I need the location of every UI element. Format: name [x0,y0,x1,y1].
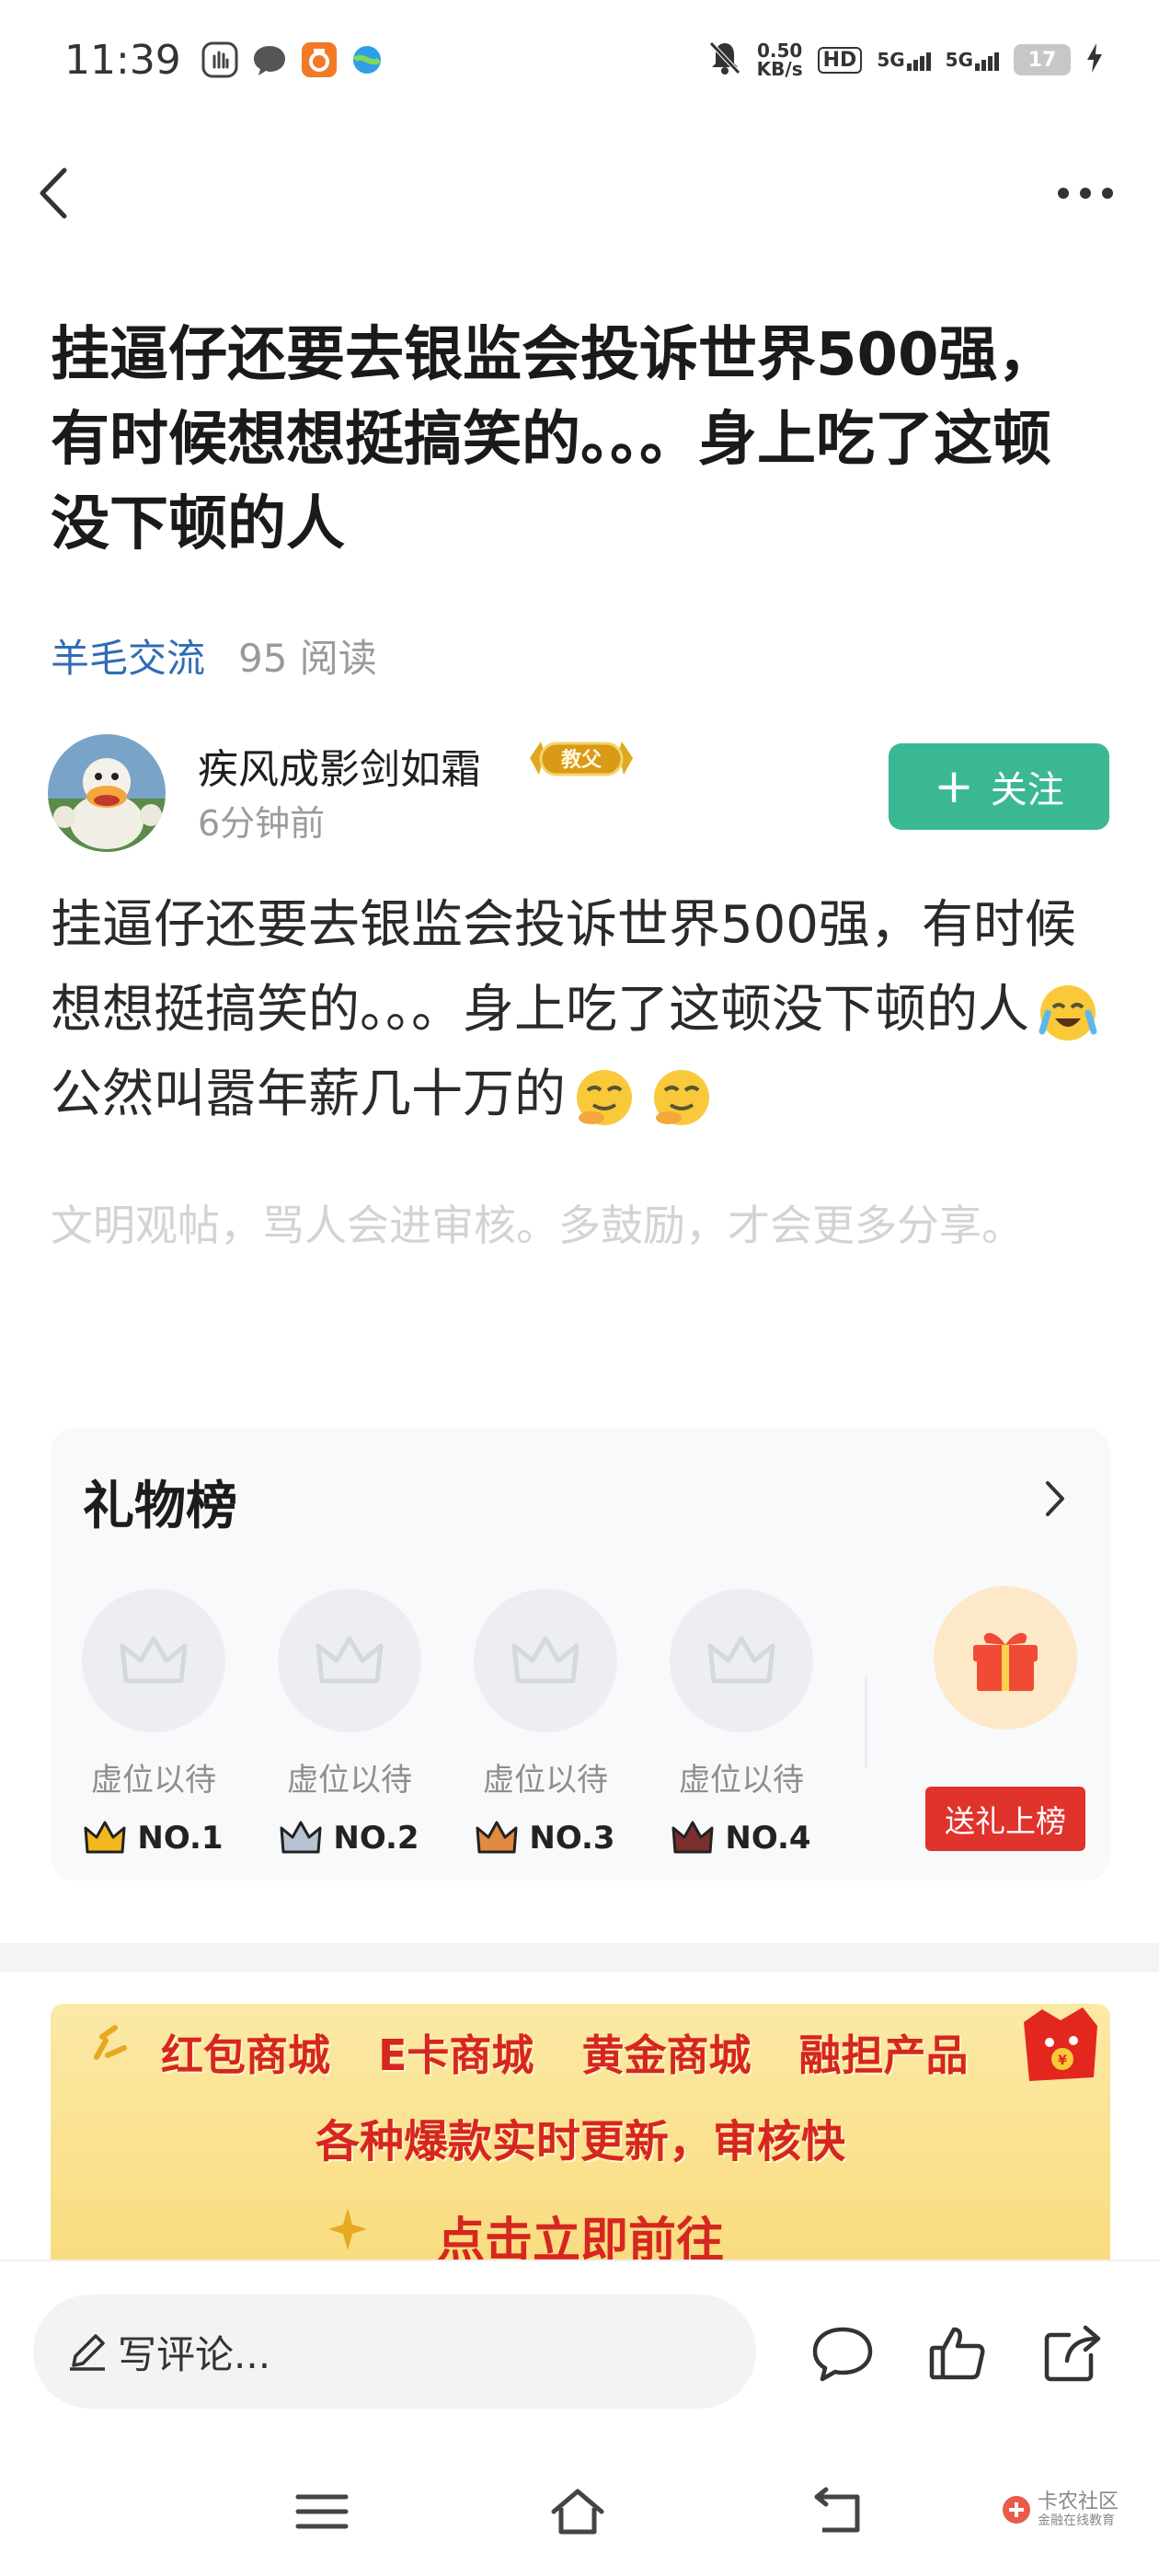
slot-rank: NO.1 [80,1820,227,1857]
slot-label: 虚位以待 [483,1762,608,1799]
charging-bolt-icon [1085,41,1104,78]
send-gift-button[interactable]: 送礼上榜 [925,1787,1085,1851]
crown-bronze-icon [476,1821,518,1854]
net-speed-unit: KB/s [756,58,803,80]
slot-label: 虚位以待 [287,1762,412,1799]
home-icon[interactable] [548,2484,607,2539]
post-time: 6分钟前 [198,803,326,844]
thumbs-up-icon[interactable] [924,2320,991,2386]
status-time: 11:39 [64,36,181,84]
sparkle-icon [87,2020,133,2066]
rank-label: NO.1 [137,1820,224,1857]
watermark-title: 卡农社区 [1037,2490,1119,2513]
top-nav-bar [0,147,1159,239]
mute-bell-icon [707,40,742,80]
post-detail-page: 11:39 0.50 KB/s HD 5G 5G 17 挂逼仔还要去银监会投诉世… [0,0,1159,2576]
status-indicators: 0.50 KB/s HD 5G 5G 17 [707,40,1104,80]
post-title: 挂逼仔还要去银监会投诉世界500强，有时候想想挺搞笑的。。。身上吃了这顿没下顿的… [51,321,1057,558]
menu-icon[interactable] [293,2484,351,2539]
watermark-subtitle: 金融在线教育 [1037,2513,1115,2528]
empty-crown-icon [474,1589,617,1732]
net-speed-value: 0.50 [756,40,803,62]
slot-rank: NO.3 [472,1820,619,1857]
signal-5g-1: 5G [877,49,931,71]
crown-silver-icon [280,1821,322,1854]
browser-app-icon [350,43,384,76]
slot-rank: NO.4 [668,1820,815,1857]
back-return-icon[interactable] [808,2484,866,2539]
gift-slot-2: 虚位以待 NO.2 [276,1589,423,1857]
banner-categories: 红包商城 E卡商城 黄金商城 融担产品 [161,2022,968,2083]
gift-slot-4: 虚位以待 NO.4 [668,1589,815,1857]
network-label-1: 5G [877,49,905,71]
follow-label: 关注 [990,769,1064,811]
post-body-text-1: 挂逼仔还要去银监会投诉世界500强，有时候想想挺搞笑的。。。身上吃了这顿没下顿的… [51,895,1076,1040]
signal-5g-2: 5G [946,49,999,71]
read-count: 95 阅读 [238,636,377,681]
banner-item: 红包商城 [161,2030,330,2080]
back-chevron-icon[interactable] [28,161,92,225]
slot-rank: NO.2 [276,1820,423,1857]
banner-item: E卡商城 [378,2030,534,2080]
more-dots-icon[interactable] [1049,166,1122,221]
pencil-icon [70,2334,105,2371]
gift-board: 礼物榜 虚位以待 NO.1 虚位以待 NO.2 虚位以待 NO.3 虚位以待 N… [51,1428,1110,1880]
comment-input[interactable]: 写评论... [33,2294,756,2409]
rank-label: NO.3 [529,1820,615,1857]
watermark: 卡农社区 金融在线教育 [1001,2491,1119,2528]
badge-text: 教父 [561,748,602,772]
slot-label: 虚位以待 [679,1762,804,1799]
plus-icon: + [934,759,974,814]
gift-slot-1: 虚位以待 NO.1 [80,1589,227,1857]
battery-icon: 17 [1014,44,1071,75]
system-nav-bar: 卡农社区 金融在线教育 [0,2444,1159,2576]
kanong-logo-icon [1002,2496,1030,2524]
rank-label: NO.2 [333,1820,419,1857]
board-link[interactable]: 羊毛交流 [51,627,205,684]
network-label-2: 5G [945,49,973,71]
banner-cta: 点击立即前往 [436,2214,724,2261]
banner-item: 黄金商城 [581,2030,752,2080]
banner-subtitle: 各种爆款实时更新，审核快 [315,2116,845,2168]
empty-crown-icon [82,1589,225,1732]
comment-placeholder: 写评论... [118,2331,271,2377]
civility-hint: 文明观帖，骂人会进审核。多鼓励，才会更多分享。 [51,1201,1024,1250]
section-divider [0,1943,1159,1972]
crying-laughing-emoji-icon [1035,980,1101,1046]
banner-item: 融担产品 [798,2030,969,2080]
slot-label: 虚位以待 [91,1762,216,1799]
godfather-badge: 教父 [526,734,637,782]
promo-banner[interactable]: 红包商城 E卡商城 黄金商城 融担产品 ¥ 各种爆款实时更新，审核快 点击立即前… [51,2004,1110,2261]
gift-slot-3: 虚位以待 NO.3 [472,1589,619,1857]
net-speed: 0.50 KB/s [757,41,803,78]
chat-bubble-icon [251,41,288,78]
status-bar: 11:39 0.50 KB/s HD 5G 5G 17 [0,0,1159,120]
post-meta: 羊毛交流 95 阅读 [51,627,377,684]
follow-button[interactable]: + 关注 [889,743,1109,830]
comment-bar: 写评论... [0,2260,1159,2444]
empty-crown-icon [670,1589,813,1732]
gift-divider [865,1676,867,1768]
author-name[interactable]: 疾风成影剑如霜 [198,736,481,795]
gift-board-title: 礼物榜 [83,1477,237,1536]
empty-crown-icon [278,1589,421,1732]
smirk-emoji-icon [571,1064,637,1131]
post-body: 挂逼仔还要去银监会投诉世界500强，有时候想想挺搞笑的。。。身上吃了这顿没下顿的… [51,883,1118,1137]
hd-badge: HD [817,46,863,74]
author-avatar[interactable] [48,734,166,852]
svg-text:¥: ¥ [1058,2053,1067,2068]
crown-dark-icon [671,1821,714,1854]
comment-bubble-icon[interactable] [809,2320,876,2386]
red-mascot-icon: ¥ [1015,2004,1103,2096]
gift-box-icon[interactable] [934,1586,1077,1730]
smirk-emoji-icon-2 [648,1064,715,1131]
crown-gold-icon [84,1821,126,1854]
hand-app-icon [201,41,238,78]
chevron-right-icon[interactable] [1037,1476,1073,1522]
post-body-text-2: 公然叫嚣年薪几十万的 [51,1064,566,1124]
rank-label: NO.4 [725,1820,811,1857]
orange-app-icon [301,41,338,78]
share-icon[interactable] [1039,2320,1106,2386]
